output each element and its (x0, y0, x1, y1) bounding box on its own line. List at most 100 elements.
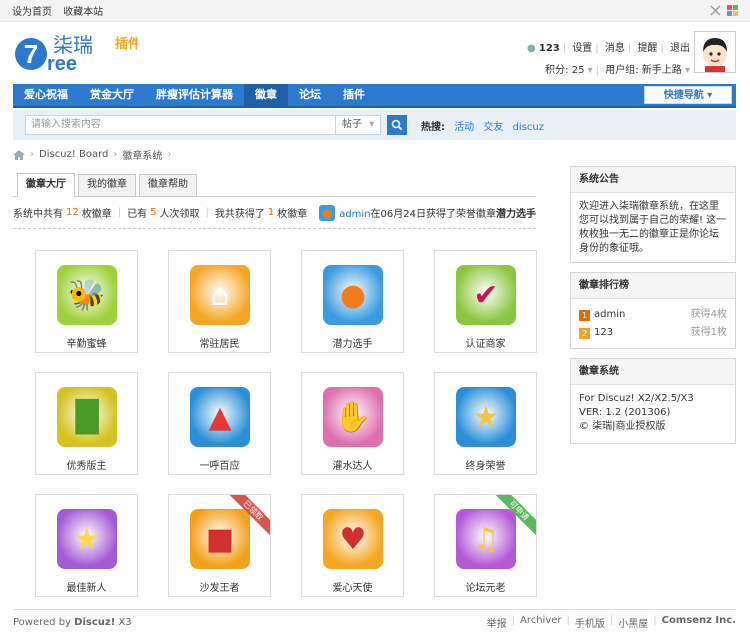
footer-company[interactable]: Comsenz Inc. (662, 615, 736, 630)
home-icon[interactable] (13, 149, 25, 160)
tab-badge-help[interactable]: 徽章帮助 (139, 174, 197, 196)
badge-name: 论坛元老 (465, 583, 506, 594)
nav-item[interactable]: 爱心祝福 (13, 84, 79, 106)
powered-by: Powered by (13, 617, 71, 628)
breadcrumb-current[interactable]: 徽章系统 (122, 147, 162, 162)
badge-name: 一呼百应 (199, 461, 240, 472)
style-switch-icon[interactable] (727, 5, 738, 16)
search-button[interactable] (387, 115, 407, 135)
badge-name: 潜力选手 (332, 339, 373, 350)
rank-row: 2 123 获得1枚 (579, 324, 727, 342)
avatar[interactable] (694, 31, 736, 73)
rank-list: 1 admin 获得4枚 2 123 获得1枚 (571, 299, 735, 349)
badge-card[interactable]: ★ 终身荣誉 (434, 372, 537, 475)
logo-cn: 柒瑞 (53, 33, 93, 57)
footer-link-archiver[interactable]: Archiver (520, 615, 562, 630)
badge-card[interactable]: ✔ 认证商家 (434, 250, 537, 353)
set-home-link[interactable]: 设为首页 (12, 7, 52, 18)
nav-item[interactable]: 论坛 (288, 84, 332, 106)
rank-count: 获得4枚 (690, 309, 727, 320)
badge-card[interactable]: █ 优秀版主 (35, 372, 138, 475)
nav-item[interactable]: 徽章 (244, 84, 288, 106)
badge-name: 认证商家 (465, 339, 506, 350)
search-input[interactable]: 请输入搜索内容 (25, 115, 335, 135)
badge-card[interactable]: ● 潜力选手 (301, 250, 404, 353)
latest-award: admin在06月24日获得了荣誉徽章潜力选手 (319, 204, 536, 221)
stats-claimed: 5 (150, 207, 157, 218)
search-type-select[interactable]: 帖子 ▾ (335, 115, 381, 135)
house-icon: ⌂ (190, 265, 250, 325)
hot-keyword[interactable]: discuz (513, 122, 544, 133)
logo-digit: 7 (24, 39, 38, 69)
hot-keyword[interactable]: 交友 (483, 122, 503, 133)
expand-icon[interactable] (710, 5, 721, 16)
badge-name: 辛勤蜜蜂 (66, 339, 107, 350)
footer-link-mobile[interactable]: 手机版 (575, 615, 605, 630)
rank-panel: 徽章排行榜 1 admin 获得4枚 2 123 获得1枚 (570, 272, 736, 349)
badge-card[interactable]: 🐝 辛勤蜜蜂 (35, 250, 138, 353)
award-badge[interactable]: 潜力选手 (496, 209, 536, 220)
rank-user[interactable]: admin (594, 308, 625, 322)
logout-link[interactable]: 退出 (670, 43, 690, 54)
reminders-link[interactable]: 提醒 (637, 43, 657, 54)
usergroup-dropdown[interactable]: 用户组: 新手上路 ▾ (605, 65, 690, 76)
main-nav: 爱心祝福 赏金大厅 胖瘦评估计算器 徽章 论坛 插件 快捷导航 ▾ (13, 84, 736, 108)
hot-keyword[interactable]: 活动 (454, 122, 474, 133)
badge-card[interactable]: ♥ 爱心天使 (301, 494, 404, 597)
footer-link-blackroom[interactable]: 小黑屋 (618, 615, 648, 630)
nav-item[interactable]: 胖瘦评估计算器 (145, 84, 244, 106)
badge-name: 常驻居民 (199, 339, 240, 350)
stats-mine: 1 (267, 207, 275, 218)
nav-item[interactable]: 赏金大厅 (79, 84, 145, 106)
tab-bar: 徽章大厅 我的徽章 徽章帮助 (13, 172, 536, 197)
hot-search: 热搜: 活动 交友 discuz (421, 118, 550, 133)
badge-card[interactable]: ▲ 一呼百应 (168, 372, 271, 475)
badge-card[interactable]: ⌂ 常驻居民 (168, 250, 271, 353)
quick-nav-button[interactable]: 快捷导航 ▾ (644, 86, 732, 104)
badge-name: 沙发王者 (199, 583, 240, 594)
user-panel: ● 123 | 设置 | 消息 | 提醒 | 退出 积分: 25 ▾ | 用户组: 新手上… (526, 43, 690, 76)
heart-icon: ♥ (323, 509, 383, 569)
tab-badge-hall[interactable]: 徽章大厅 (17, 173, 75, 197)
breadcrumb-board[interactable]: Discuz! Board (39, 149, 108, 160)
username-link[interactable]: 123 (539, 43, 560, 54)
bookmark-link[interactable]: 收藏本站 (63, 7, 103, 18)
search-bar: 请输入搜索内容 帖子 ▾ 热搜: 活动 交友 discuz (13, 110, 736, 140)
badge-card[interactable]: ■ 沙发王者 已领取 (168, 494, 271, 597)
footer-link-report[interactable]: 举报 (487, 615, 507, 630)
site-logo[interactable]: 7 ree 柒瑞 插件 (13, 30, 141, 78)
award-text: 在06月24日获得了荣誉徽章 (370, 209, 496, 220)
rank-row: 1 admin 获得4枚 (579, 306, 727, 324)
messages-link[interactable]: 消息 (605, 43, 625, 54)
notice-panel: 系统公告 欢迎进入柒瑞徽章系统，在这里您可以找到属于自己的荣耀! 这一枚枚独一无… (570, 166, 736, 263)
badge-card[interactable]: ✋ 灌水达人 (301, 372, 404, 475)
award-user[interactable]: admin (339, 209, 370, 220)
stats-text: 枚徽章 (81, 209, 112, 220)
tab-my-badges[interactable]: 我的徽章 (78, 174, 136, 196)
product-link[interactable]: Discuz! (74, 617, 115, 628)
hand-icon: ✋ (323, 387, 383, 447)
badge-name: 终身荣誉 (465, 461, 506, 472)
header: 7 ree 柒瑞 插件 ● 123 | 设置 | 消息 | 提醒 | 退出 积分: 25… (0, 22, 750, 84)
nav-item[interactable]: 插件 (332, 84, 376, 106)
badge-card[interactable]: ♫ 论坛元老 可申请 (434, 494, 537, 597)
notice-body: 欢迎进入柒瑞徽章系统，在这里您可以找到属于自己的荣耀! 这一枚枚独一无二的徽章正… (579, 201, 727, 254)
user-icon: ● (526, 43, 536, 54)
news-badge-icon (319, 204, 336, 221)
points-dropdown[interactable]: 积分: 25 ▾ (545, 65, 593, 76)
system-line: © 柒瑞|商业授权版 (579, 421, 666, 432)
badge-card[interactable]: ★ 最佳新人 (35, 494, 138, 597)
stats-text: 系统中共有 (13, 209, 63, 220)
chevron-right-icon: › (30, 149, 34, 160)
settings-link[interactable]: 设置 (572, 43, 592, 54)
rank-count: 获得1枚 (690, 327, 727, 338)
badge-name: 爱心天使 (332, 583, 373, 594)
stats-text: 枚徽章 (277, 209, 308, 220)
rank-user[interactable]: 123 (594, 326, 613, 340)
badge-name: 最佳新人 (66, 583, 107, 594)
system-line: VER: 1.2 (201306) (579, 407, 671, 418)
fruit-icon: ● (323, 265, 383, 325)
sofa-icon: ■ (190, 509, 250, 569)
stats-text: 我共获得了 (214, 209, 265, 220)
breadcrumb: › Discuz! Board › 徽章系统 › (13, 147, 171, 162)
